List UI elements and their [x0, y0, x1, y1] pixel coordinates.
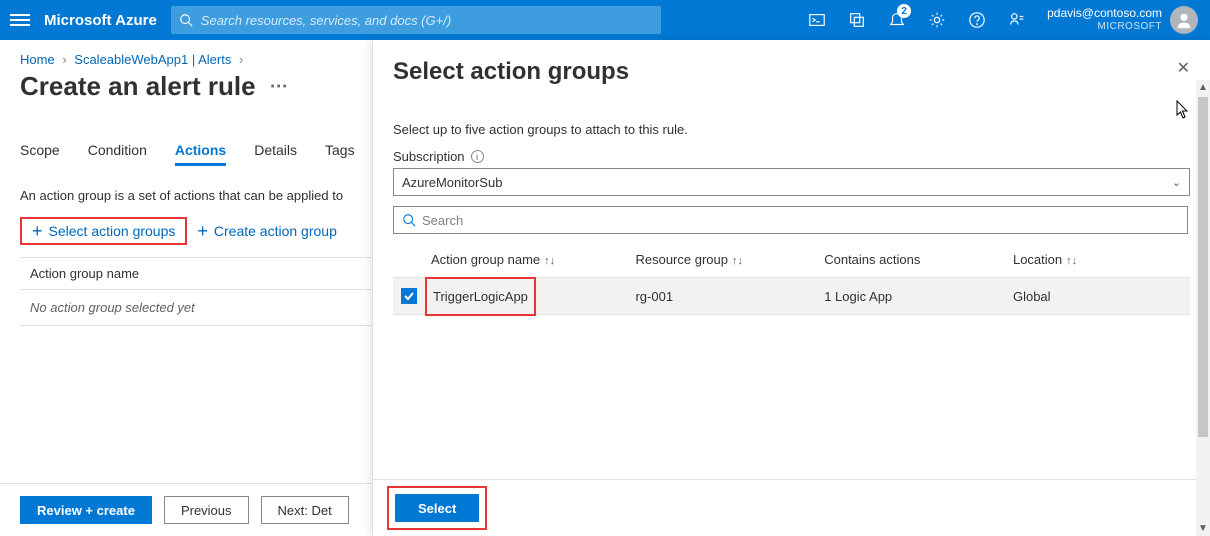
previous-button[interactable]: Previous — [164, 496, 249, 524]
scroll-up-icon[interactable]: ▲ — [1198, 80, 1208, 95]
close-icon[interactable]: ✕ — [1177, 58, 1190, 78]
help-icon[interactable] — [957, 0, 997, 40]
sort-icon: ↑↓ — [544, 255, 555, 267]
scroll-thumb[interactable] — [1198, 97, 1208, 437]
blade-footer: Select — [373, 479, 1210, 536]
next-button[interactable]: Next: Det — [261, 496, 349, 524]
settings-icon[interactable] — [917, 0, 957, 40]
blade-title: Select action groups — [393, 58, 1177, 86]
select-action-groups-button[interactable]: +Select action groups — [20, 217, 187, 245]
search-icon — [402, 213, 416, 227]
subscription-dropdown[interactable]: AzureMonitorSub ⌄ — [393, 168, 1190, 196]
subscription-label: Subscriptioni — [393, 149, 1190, 164]
row-loc: Global — [1013, 289, 1186, 304]
action-group-picker-table: Action group name↑↓ Resource group↑↓ Con… — [393, 242, 1190, 315]
crumb-resource[interactable]: ScaleableWebApp1 | Alerts — [74, 52, 231, 67]
directories-icon[interactable] — [837, 0, 877, 40]
sort-icon: ↑↓ — [732, 255, 743, 267]
user-info[interactable]: pdavis@contoso.com MICROSOFT — [1047, 7, 1162, 33]
review-create-button[interactable]: Review + create — [20, 496, 152, 524]
col-name[interactable]: Action group name↑↓ — [431, 252, 635, 267]
global-search-input[interactable] — [201, 13, 653, 28]
tab-actions[interactable]: Actions — [175, 136, 226, 166]
user-email: pdavis@contoso.com — [1047, 7, 1162, 20]
col-rg[interactable]: Resource group↑↓ — [635, 252, 824, 267]
table-row[interactable]: TriggerLogicApp rg-001 1 Logic App Globa… — [393, 277, 1190, 315]
cloud-shell-icon[interactable] — [797, 0, 837, 40]
notifications-icon[interactable]: 2 — [877, 0, 917, 40]
top-icon-bar: 2 — [797, 0, 1037, 40]
info-icon[interactable]: i — [471, 150, 484, 163]
menu-icon[interactable] — [10, 11, 30, 29]
subscription-value: AzureMonitorSub — [402, 175, 502, 190]
crumb-home[interactable]: Home — [20, 52, 55, 67]
row-checkbox[interactable] — [401, 288, 417, 304]
tab-scope[interactable]: Scope — [20, 136, 60, 166]
select-button[interactable]: Select — [395, 494, 479, 522]
tab-tags[interactable]: Tags — [325, 136, 355, 166]
tenant-name: MICROSOFT — [1047, 20, 1162, 33]
row-name: TriggerLogicApp — [425, 277, 536, 316]
tab-details[interactable]: Details — [254, 136, 297, 166]
col-actions[interactable]: Contains actions — [824, 252, 1013, 267]
global-search[interactable] — [171, 6, 661, 34]
blade-scrollbar[interactable]: ▲ ▼ — [1196, 80, 1210, 536]
tab-condition[interactable]: Condition — [88, 136, 147, 166]
action-group-search-input[interactable] — [422, 213, 1179, 228]
chevron-down-icon: ⌄ — [1172, 176, 1181, 189]
feedback-icon[interactable] — [997, 0, 1037, 40]
action-group-search[interactable] — [393, 206, 1188, 234]
row-actions: 1 Logic App — [824, 289, 1013, 304]
table-header-row: Action group name↑↓ Resource group↑↓ Con… — [393, 242, 1190, 277]
notif-badge: 2 — [897, 4, 911, 18]
create-action-group-button[interactable]: +Create action group — [187, 217, 346, 245]
scroll-down-icon[interactable]: ▼ — [1198, 521, 1208, 536]
select-action-groups-blade: Select action groups ✕ Select up to five… — [372, 40, 1210, 536]
row-rg: rg-001 — [635, 289, 824, 304]
col-loc[interactable]: Location↑↓ — [1013, 252, 1186, 267]
more-icon[interactable]: ⋯ — [270, 76, 288, 97]
plus-icon: + — [32, 224, 43, 238]
search-icon — [179, 13, 193, 27]
blade-desc: Select up to five action groups to attac… — [393, 122, 1190, 137]
azure-brand[interactable]: Microsoft Azure — [44, 12, 157, 29]
azure-top-bar: Microsoft Azure 2 pdavis@contoso.com MIC… — [0, 0, 1210, 40]
sort-icon: ↑↓ — [1066, 255, 1077, 267]
plus-icon: + — [197, 224, 208, 238]
avatar[interactable] — [1170, 6, 1198, 34]
